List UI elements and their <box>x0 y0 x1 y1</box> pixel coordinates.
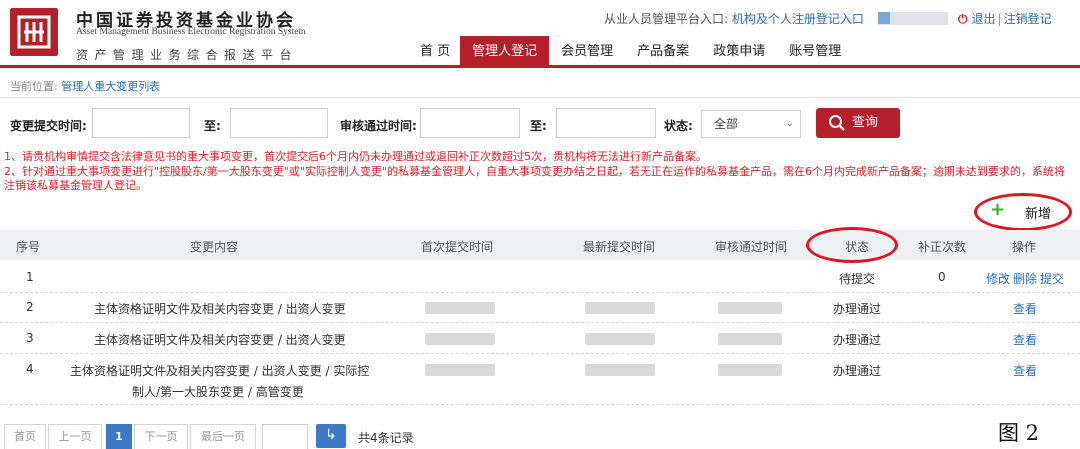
th-approve-time: 审核通过时间 <box>715 240 788 254</box>
row3-last-submit-blurred <box>585 333 655 345</box>
breadcrumb: 当前位置: 管理人重大变更列表 <box>10 78 160 94</box>
pagination-total: 共4条记录 <box>358 431 414 445</box>
nav-product-filing[interactable]: 产品备案 <box>625 36 701 68</box>
row1-delete-link[interactable]: 删除 <box>1013 270 1037 287</box>
logout-separator: | <box>997 12 1002 26</box>
to-label-2: 至: <box>530 119 547 133</box>
logout-area: ⏻ 退出 | 注销登记 <box>958 10 1052 27</box>
to-label-1: 至: <box>204 119 221 133</box>
th-last-submit: 最新提交时间 <box>583 240 656 254</box>
row3-status: 办理通过 <box>833 333 882 347</box>
th-index: 序号 <box>16 240 41 254</box>
row3-index: 3 <box>26 331 34 345</box>
status-label: 状态: <box>664 119 693 133</box>
row3-approve-time-blurred <box>718 333 782 345</box>
chevron-down-icon: ⌄ <box>785 118 794 129</box>
row4-index: 4 <box>26 362 34 376</box>
row2-view-link[interactable]: 查看 <box>1013 300 1037 317</box>
status-select-value: 全部 <box>714 117 739 131</box>
logout-link[interactable]: 退出 <box>972 12 996 26</box>
th-actions: 操作 <box>1012 240 1037 254</box>
filter-bar: 变更提交时间: 至: 审核通过时间: 至: 状态: 全部 ⌄ 查询 <box>0 106 1080 142</box>
row-divider <box>0 292 1080 293</box>
row2-first-submit-blurred <box>425 302 495 314</box>
submit-time-label: 变更提交时间: <box>10 119 87 133</box>
nav-manager-registration[interactable]: 管理人登记 <box>460 36 550 68</box>
row1-status: 待提交 <box>839 272 876 286</box>
row1-edit-link[interactable]: 修改 <box>986 270 1010 287</box>
submit-time-end-input[interactable] <box>230 108 328 138</box>
row-divider <box>0 404 1080 405</box>
search-button[interactable]: 查询 <box>816 108 900 138</box>
row2-content: 主体资格证明文件及相关内容变更 / 出资人变更 <box>94 302 346 316</box>
user-info-blurred <box>878 12 948 25</box>
row-divider <box>0 322 1080 323</box>
nav-home[interactable]: 首 页 <box>410 36 460 68</box>
th-corrections: 补正次数 <box>918 240 967 254</box>
row2-status: 办理通过 <box>833 302 882 316</box>
approve-time-start-input[interactable] <box>420 108 520 138</box>
pagination-prev[interactable]: 上一页 <box>48 424 102 449</box>
approve-time-label: 审核通过时间: <box>340 119 417 133</box>
arrow-return-icon: ↳ <box>325 427 337 443</box>
status-select[interactable]: 全部 ⌄ <box>701 110 801 138</box>
th-content: 变更内容 <box>190 240 239 254</box>
row4-last-submit-blurred <box>585 364 655 376</box>
cancel-registration-link[interactable]: 注销登记 <box>1004 12 1052 26</box>
pagination-last[interactable]: 最后一页 <box>190 424 256 449</box>
row1-corrections: 0 <box>938 270 946 284</box>
notice-2: 2、针对通过重大事项变更进行"控股股东/第一大股东变更"或"实际控制人变更"的私… <box>4 165 1065 192</box>
row2-last-submit-blurred <box>585 302 655 314</box>
row2-approve-time-blurred <box>718 302 782 314</box>
row4-view-link[interactable]: 查看 <box>1013 362 1037 379</box>
row3-content: 主体资格证明文件及相关内容变更 / 出资人变更 <box>94 333 346 347</box>
page-jump-button[interactable]: ↳ <box>316 424 346 448</box>
site-header: 中国证券投资基金业协会 Asset Management Business El… <box>0 0 1080 68</box>
submit-time-start-input[interactable] <box>92 108 190 138</box>
row4-status: 办理通过 <box>833 364 882 378</box>
page-jump-input[interactable] <box>262 424 308 449</box>
th-first-submit: 首次提交时间 <box>421 240 494 254</box>
annotation-ring-add <box>974 193 1072 231</box>
search-button-label: 查询 <box>852 115 879 130</box>
pagination-first[interactable]: 首页 <box>4 424 46 449</box>
pagination-next[interactable]: 下一页 <box>134 424 188 449</box>
notice-1: 1、请贵机构审慎提交含法律意见书的重大事项变更，首次提交后6个月内仍未办理通过或… <box>4 150 707 163</box>
row4-approve-time-blurred <box>718 364 782 376</box>
row4-first-submit-blurred <box>425 364 495 376</box>
divider <box>0 97 1080 98</box>
annotation-ring-status <box>806 227 898 263</box>
nav-member-management[interactable]: 会员管理 <box>549 36 625 68</box>
power-icon: ⏻ <box>958 12 968 26</box>
association-logo-icon <box>10 8 58 56</box>
row3-first-submit-blurred <box>425 333 495 345</box>
entry-links: 从业人员管理平台入口: 机构及个人注册登记入口 <box>604 10 864 27</box>
row-divider <box>0 353 1080 354</box>
row4-content-line2: 制人/第一大股东变更 / 高管变更 <box>132 385 304 399</box>
breadcrumb-prefix: 当前位置: <box>10 80 58 93</box>
org-name-en: Asset Management Business Electronic Reg… <box>76 27 306 37</box>
nav-policy-application[interactable]: 政策申请 <box>701 36 777 68</box>
user-icon <box>878 12 890 24</box>
nav-account-management[interactable]: 账号管理 <box>777 36 853 68</box>
row2-index: 2 <box>26 300 34 314</box>
search-icon <box>829 115 845 131</box>
row4-content-line1: 主体资格证明文件及相关内容变更 / 出资人变更 / 实际控 <box>70 364 370 378</box>
main-nav: 首 页 管理人登记 会员管理 产品备案 政策申请 账号管理 <box>410 36 853 68</box>
row1-index: 1 <box>26 270 34 284</box>
platform-name: 资产管理业务综合报送平台 <box>76 48 299 62</box>
entry-prefix: 从业人员管理平台入口: <box>604 12 729 26</box>
pagination-current-page[interactable]: 1 <box>106 424 132 449</box>
approve-time-end-input[interactable] <box>556 108 656 138</box>
figure-label: 图 2 <box>998 421 1040 445</box>
row3-view-link[interactable]: 查看 <box>1013 331 1037 348</box>
register-entry-link[interactable]: 机构及个人注册登记入口 <box>732 12 864 26</box>
row1-submit-link[interactable]: 提交 <box>1040 270 1064 287</box>
breadcrumb-current[interactable]: 管理人重大变更列表 <box>61 80 160 93</box>
